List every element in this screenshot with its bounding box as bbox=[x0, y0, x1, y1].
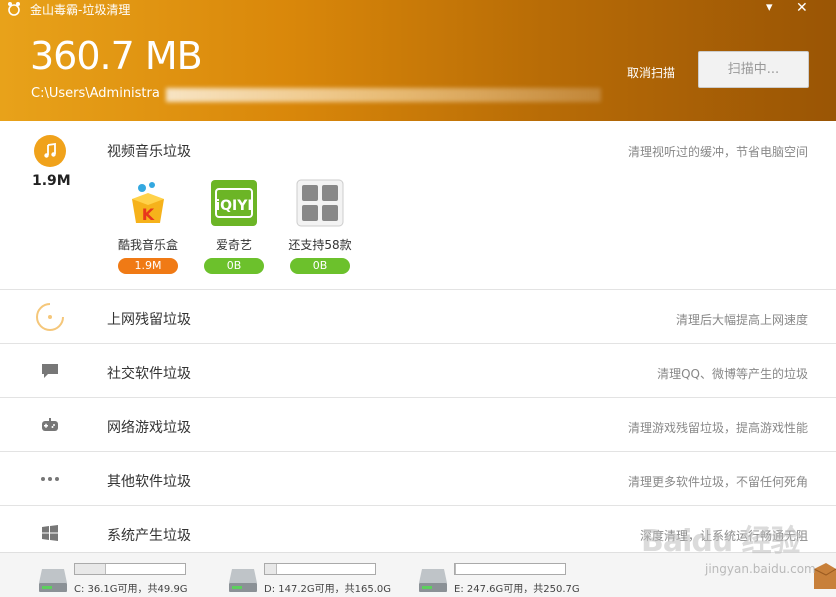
drive-usage-bar bbox=[264, 563, 376, 575]
hard-drive-icon bbox=[229, 569, 257, 592]
cancel-scan-link[interactable]: 取消扫描 bbox=[627, 64, 675, 81]
category-description: 深度清理，让系统运行畅通无阻 bbox=[639, 529, 808, 543]
iqiyi-icon: iQIYI bbox=[211, 180, 257, 226]
drive-label: E: 247.6G可用，共250.7G bbox=[454, 584, 580, 595]
drive-d: D: 147.2G可用，共165.0G bbox=[228, 563, 408, 595]
app-name: 爱奇艺 bbox=[215, 238, 252, 252]
chat-bubble-icon bbox=[34, 355, 66, 387]
category-title: 其他软件垃圾 bbox=[107, 474, 191, 490]
window-title: 金山毒霸-垃圾清理 bbox=[30, 3, 131, 17]
ellipsis-icon bbox=[34, 463, 66, 495]
windows-icon bbox=[34, 517, 66, 549]
category-row-internet[interactable]: 上网残留垃圾 清理后大幅提高上网速度 bbox=[0, 290, 836, 344]
category-title: 上网残留垃圾 bbox=[107, 312, 191, 328]
app-size-badge: 0B bbox=[204, 258, 264, 274]
music-note-icon bbox=[34, 135, 66, 167]
hard-drive-icon bbox=[39, 569, 67, 592]
title-bar[interactable]: 金山毒霸-垃圾清理 ▾ ✕ bbox=[0, 0, 836, 18]
total-junk-size: 360.7 MB bbox=[30, 34, 203, 78]
drive-status-bar: C: 36.1G可用，共49.9G D: 147.2G可用，共165.0G E:… bbox=[0, 552, 836, 597]
category-description: 清理QQ、微博等产生的垃圾 bbox=[657, 367, 808, 381]
drive-label: C: 36.1G可用，共49.9G bbox=[74, 584, 188, 595]
header-banner: 金山毒霸-垃圾清理 ▾ ✕ 360.7 MB C:\Users\Administ… bbox=[0, 0, 836, 121]
category-row-system[interactable]: 系统产生垃圾 深度清理，让系统运行畅通无阻 bbox=[0, 506, 836, 552]
category-description: 清理游戏残留垃圾，提高游戏性能 bbox=[627, 421, 808, 435]
svg-text:iQIYI: iQIYI bbox=[215, 198, 252, 214]
app-tile-more[interactable]: 还支持58款 0B bbox=[285, 179, 355, 274]
category-description: 清理后大幅提高上网速度 bbox=[675, 313, 808, 327]
category-row-social[interactable]: 社交软件垃圾 清理QQ、微博等产生的垃圾 bbox=[0, 344, 836, 398]
minimize-button[interactable]: ▾ bbox=[766, 0, 773, 16]
svg-text:K: K bbox=[142, 205, 155, 224]
box-icon[interactable] bbox=[812, 561, 836, 591]
category-title: 社交软件垃圾 bbox=[107, 366, 191, 382]
hard-drive-icon bbox=[419, 569, 447, 592]
close-button[interactable]: ✕ bbox=[796, 0, 808, 16]
drive-usage-bar bbox=[454, 563, 566, 575]
category-description: 清理视听过的缓冲，节省电脑空间 bbox=[627, 145, 808, 159]
category-description: 清理更多软件垃圾，不留任何死角 bbox=[627, 475, 808, 489]
drive-usage-fill bbox=[455, 564, 457, 574]
gamepad-icon bbox=[34, 409, 66, 441]
app-size-badge: 1.9M bbox=[118, 258, 178, 274]
scanning-button[interactable]: 扫描中... bbox=[698, 51, 809, 88]
drive-usage-bar bbox=[74, 563, 186, 575]
app-name: 还支持58款 bbox=[288, 238, 352, 252]
blurred-path-region bbox=[166, 88, 601, 102]
category-icon-wrap bbox=[34, 135, 66, 167]
loading-spinner-icon bbox=[34, 301, 66, 333]
category-title: 网络游戏垃圾 bbox=[107, 420, 191, 436]
drive-usage-fill bbox=[265, 564, 278, 574]
kuwo-icon: K bbox=[132, 182, 164, 224]
drive-usage-fill bbox=[75, 564, 106, 574]
app-name: 酷我音乐盒 bbox=[117, 238, 178, 252]
app-tile-iqiyi[interactable]: iQIYI 爱奇艺 0B bbox=[199, 179, 269, 274]
category-row-video-music[interactable]: 1.9M 视频音乐垃圾 清理视听过的缓冲，节省电脑空间 K 酷我音乐盒 1.9M… bbox=[0, 121, 836, 290]
duba-logo-icon bbox=[8, 2, 20, 16]
category-title: 视频音乐垃圾 bbox=[107, 144, 191, 160]
app-tile-kuwo[interactable]: K 酷我音乐盒 1.9M bbox=[113, 179, 183, 274]
drive-e: E: 247.6G可用，共250.7G bbox=[418, 563, 598, 595]
category-size: 1.9M bbox=[32, 173, 71, 189]
category-title: 系统产生垃圾 bbox=[107, 528, 191, 544]
scan-current-path: C:\Users\Administra bbox=[31, 86, 160, 101]
category-row-games[interactable]: 网络游戏垃圾 清理游戏残留垃圾，提高游戏性能 bbox=[0, 398, 836, 452]
more-apps-icon bbox=[296, 179, 344, 227]
drive-c: C: 36.1G可用，共49.9G bbox=[38, 563, 218, 595]
category-row-other[interactable]: 其他软件垃圾 清理更多软件垃圾，不留任何死角 bbox=[0, 452, 836, 506]
drive-label: D: 147.2G可用，共165.0G bbox=[264, 584, 392, 595]
app-size-badge: 0B bbox=[290, 258, 350, 274]
